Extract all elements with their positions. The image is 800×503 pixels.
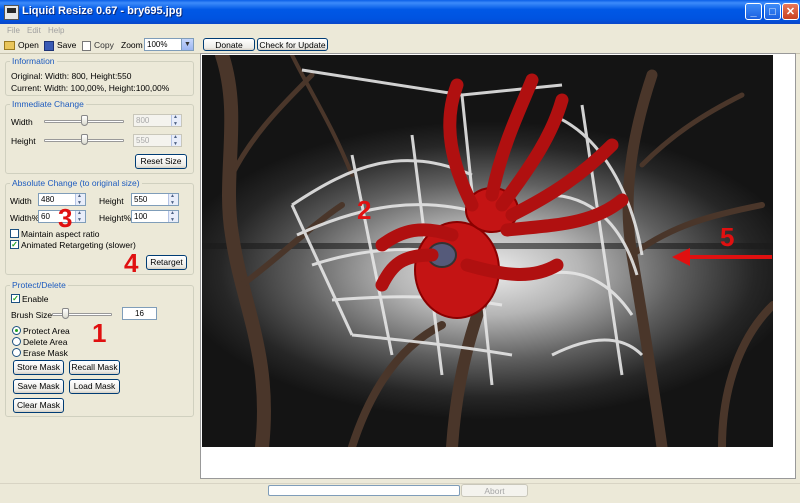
- slider-thumb[interactable]: [81, 134, 88, 145]
- spinner-arrows-icon[interactable]: [75, 208, 85, 226]
- spinner-arrows-icon[interactable]: [168, 208, 178, 226]
- slider-thumb[interactable]: [81, 115, 88, 126]
- store-mask-button[interactable]: Store Mask: [13, 360, 64, 375]
- retarget-button[interactable]: Retarget: [146, 255, 187, 270]
- immediate-height-input[interactable]: 550: [133, 132, 182, 150]
- menu-edit[interactable]: Edit: [27, 24, 41, 37]
- animated-retargeting-label: Animated Retargeting (slower): [21, 240, 136, 250]
- app-icon: [4, 5, 19, 20]
- annotation-4: 4: [124, 248, 139, 278]
- annotation-3: 3: [58, 203, 73, 233]
- absolute-height-input[interactable]: 550: [131, 191, 179, 209]
- annotation-1: 1: [92, 318, 107, 348]
- immediate-height-label: Height: [11, 136, 36, 146]
- maintain-aspect-checkbox[interactable]: [10, 229, 19, 238]
- window-title: Liquid Resize 0.67 - bry695.jpg: [22, 5, 183, 17]
- menu-help[interactable]: Help: [48, 24, 64, 37]
- protect-area-label: Protect Area: [23, 326, 70, 336]
- original-size-text: Original: Width: 800, Height:550: [11, 71, 132, 81]
- absolute-height-label: Height: [99, 196, 124, 206]
- spinner-arrows-icon[interactable]: [171, 112, 181, 130]
- height-percent-input[interactable]: 100: [131, 208, 179, 226]
- title-bar: Liquid Resize 0.67 - bry695.jpg _ □ ✕: [0, 0, 800, 24]
- check-update-button[interactable]: Check for Update: [257, 38, 328, 51]
- information-title: Information: [10, 56, 57, 66]
- protect-delete-title: Protect/Delete: [10, 280, 68, 290]
- toolbar: [0, 37, 800, 54]
- menu-bar: File Edit Help: [0, 24, 800, 37]
- absolute-width-label: Width: [10, 196, 32, 206]
- zoom-value: 100%: [147, 40, 168, 49]
- absolute-change-title: Absolute Change (to original size): [10, 178, 142, 188]
- zoom-label: Zoom: [121, 40, 143, 50]
- copy-icon: [82, 40, 91, 51]
- immediate-width-input[interactable]: 800: [133, 112, 182, 130]
- clear-mask-button[interactable]: Clear Mask: [13, 398, 64, 413]
- delete-area-radio[interactable]: [12, 337, 21, 346]
- delete-area-label: Delete Area: [23, 337, 68, 347]
- recall-mask-button[interactable]: Recall Mask: [69, 360, 120, 375]
- open-button[interactable]: Open: [4, 38, 39, 52]
- floppy-disk-icon: [44, 40, 54, 51]
- height-percent-label: Height%: [99, 213, 132, 223]
- save-mask-button[interactable]: Save Mask: [13, 379, 64, 394]
- immediate-change-title: Immediate Change: [10, 99, 86, 109]
- copy-button[interactable]: Copy: [82, 38, 114, 52]
- spinner-arrows-icon[interactable]: [75, 191, 85, 209]
- annotation-5: 5: [720, 222, 734, 252]
- image-illustration: 2 5: [202, 55, 773, 447]
- zoom-select[interactable]: 100% ▼: [144, 38, 194, 51]
- brush-size-label: Brush Size: [11, 310, 53, 320]
- menu-file[interactable]: File: [7, 24, 20, 37]
- brush-size-input[interactable]: 16: [122, 307, 157, 320]
- animated-retargeting-checkbox[interactable]: ✓: [10, 240, 19, 249]
- spider-web-image[interactable]: 2 5: [202, 55, 773, 447]
- maximize-button[interactable]: □: [764, 3, 781, 20]
- spinner-arrows-icon[interactable]: [168, 191, 178, 209]
- chevron-down-icon[interactable]: ▼: [181, 39, 193, 50]
- annotation-2: 2: [357, 195, 371, 225]
- donate-button[interactable]: Donate: [203, 38, 255, 51]
- enable-checkbox[interactable]: ✓: [11, 294, 20, 303]
- enable-label: Enable: [22, 294, 49, 304]
- erase-mask-label: Erase Mask: [23, 348, 68, 358]
- reset-size-button[interactable]: Reset Size: [135, 154, 187, 169]
- save-button[interactable]: Save: [44, 38, 76, 52]
- image-canvas[interactable]: 2 5: [200, 53, 796, 479]
- slider-thumb[interactable]: [62, 308, 69, 319]
- spinner-arrows-icon[interactable]: [171, 132, 181, 150]
- load-mask-button[interactable]: Load Mask: [69, 379, 120, 394]
- immediate-width-label: Width: [11, 117, 33, 127]
- folder-open-icon: [4, 41, 15, 51]
- protect-area-radio[interactable]: [12, 326, 21, 335]
- abort-button[interactable]: Abort: [461, 484, 528, 497]
- close-button[interactable]: ✕: [782, 3, 799, 20]
- progress-bar: [268, 485, 460, 496]
- brush-size-slider[interactable]: [52, 313, 112, 316]
- width-percent-label: Width%: [10, 213, 40, 223]
- minimize-button[interactable]: _: [745, 3, 762, 20]
- erase-mask-radio[interactable]: [12, 348, 21, 357]
- current-size-text: Current: Width: 100,00%, Height:100,00%: [11, 83, 170, 93]
